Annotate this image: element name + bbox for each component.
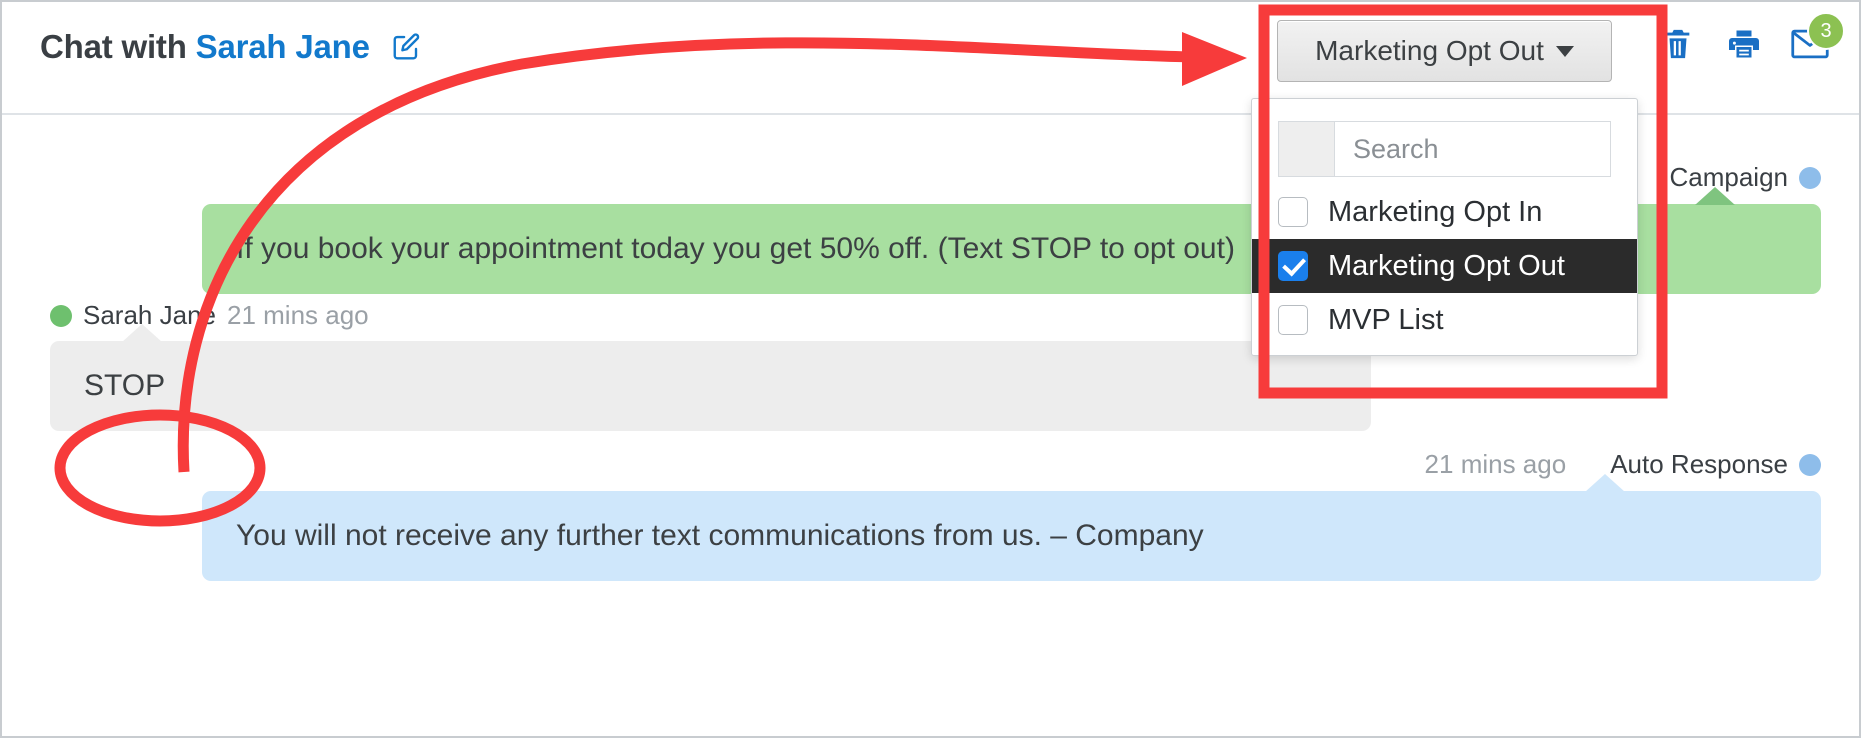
status-dot-blue-icon <box>1799 453 1821 476</box>
message-text: If you book your appointment today you g… <box>236 232 1235 265</box>
chevron-down-icon <box>1555 45 1574 57</box>
header-actions: 3 <box>1659 12 1845 64</box>
message-meta-campaign: Campaign <box>1669 162 1821 193</box>
edit-pencil-square-icon[interactable] <box>391 32 421 70</box>
email-button[interactable]: 3 <box>1791 12 1845 64</box>
page-title-prefix: Chat with <box>40 28 196 65</box>
list-filter-dropdown-toggle[interactable]: Marketing Opt Out <box>1277 20 1612 82</box>
dropdown-option-marketing-opt-in[interactable]: Marketing Opt In <box>1252 185 1637 239</box>
message-timestamp: 21 mins ago <box>1424 449 1567 479</box>
trash-icon <box>1666 29 1690 59</box>
message-meta-inbound: Sarah Jane 21 mins ago <box>50 300 369 331</box>
dropdown-option-label: Marketing Opt In <box>1328 195 1543 228</box>
delete-button[interactable] <box>1659 24 1697 64</box>
message-bubble-auto-response: You will not receive any further text co… <box>202 474 1821 581</box>
message-bubble-inbound: STOP <box>50 324 1371 431</box>
bubble-tail <box>122 324 162 342</box>
printer-icon <box>1729 30 1759 58</box>
checkbox-checked-icon[interactable] <box>1278 251 1308 281</box>
message-text: STOP <box>84 369 166 402</box>
chat-window: Chat with Sarah Jane 3 Campaign If you b… <box>0 0 1861 738</box>
message-sender-label: Auto Response <box>1610 449 1788 479</box>
list-filter-dropdown-menu: Marketing Opt In Marketing Opt Out MVP L… <box>1251 98 1638 356</box>
list-filter-dropdown: Marketing Opt Out Marketing Opt In Marke… <box>1251 20 1638 356</box>
print-button[interactable] <box>1725 24 1763 64</box>
status-dot-blue-icon <box>1799 166 1821 189</box>
status-dot-green-icon <box>50 304 72 327</box>
checkbox-unchecked-icon[interactable] <box>1278 197 1308 227</box>
message-timestamp: 21 mins ago <box>226 300 369 330</box>
dropdown-option-mvp-list[interactable]: MVP List <box>1252 293 1637 347</box>
dropdown-option-marketing-opt-out[interactable]: Marketing Opt Out <box>1252 239 1637 293</box>
contact-name-link[interactable]: Sarah Jane <box>196 28 370 65</box>
email-badge-count: 3 <box>1807 12 1845 50</box>
dropdown-option-label: MVP List <box>1328 303 1444 336</box>
dropdown-option-label: Marketing Opt Out <box>1328 249 1565 282</box>
dropdown-search-wrapper <box>1278 121 1637 177</box>
bubble-tail <box>1585 474 1625 492</box>
page-title: Chat with Sarah Jane <box>40 28 421 70</box>
bubble-tail <box>1695 187 1735 205</box>
checkbox-unchecked-icon[interactable] <box>1278 305 1308 335</box>
message-text: You will not receive any further text co… <box>236 519 1204 552</box>
search-icon <box>1279 122 1335 176</box>
list-filter-dropdown-label: Marketing Opt Out <box>1315 35 1544 66</box>
dropdown-search-input[interactable] <box>1335 122 1637 176</box>
